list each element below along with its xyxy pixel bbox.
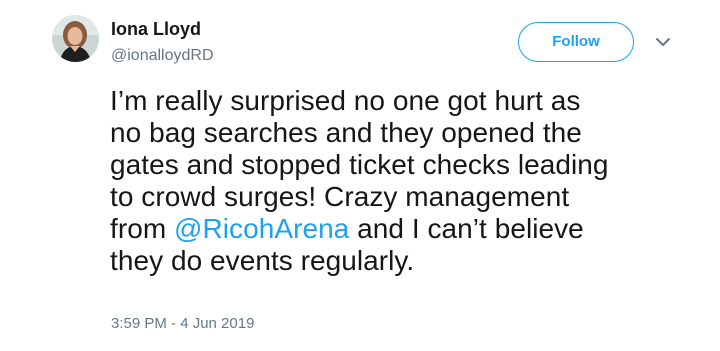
author-name[interactable]: Iona Lloyd	[111, 18, 201, 40]
follow-button[interactable]: Follow	[518, 22, 634, 62]
tweet-line: I’m really surprised no one got hurt as	[110, 85, 581, 116]
tweet-line: gates and stopped ticket checks leading	[110, 149, 609, 180]
avatar-image	[52, 15, 99, 62]
mention-link[interactable]: @RicohArena	[174, 213, 349, 244]
tweet-text-fragment: and I can’t believe	[349, 213, 584, 244]
tweet-line: from @RicohArena and I can’t believe	[110, 213, 690, 245]
timestamp[interactable]: 3:59 PM - 4 Jun 2019	[111, 314, 254, 334]
tweet-text-fragment: from	[110, 213, 175, 244]
tweet-line: to crowd surges! Crazy management	[110, 181, 570, 212]
avatar[interactable]	[52, 15, 99, 62]
tweet-card: Iona Lloyd @ionalloydRD Follow I’m reall…	[0, 0, 720, 351]
tweet-line: they do events regularly.	[110, 245, 415, 276]
tweet-line: no bag searches and they opened the	[110, 117, 582, 148]
chevron-down-icon[interactable]	[652, 34, 674, 50]
tweet-text: I’m really surprised no one got hurt as …	[110, 85, 690, 277]
author-handle[interactable]: @ionalloydRD	[111, 46, 214, 66]
